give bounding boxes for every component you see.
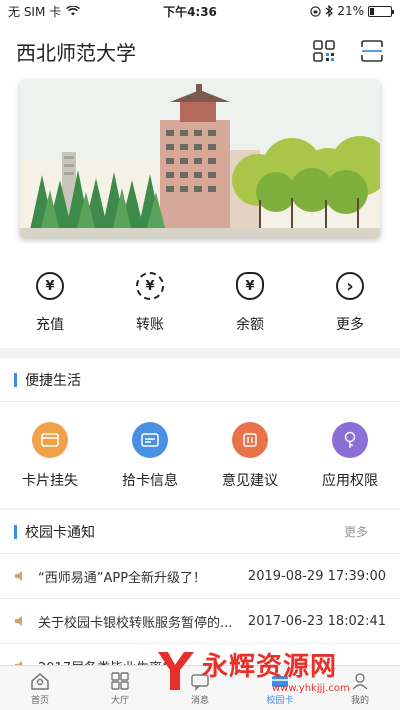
- lock-rotation-icon: [310, 5, 322, 17]
- section-header: 便捷生活: [0, 358, 400, 402]
- life-section: 便捷生活 卡片挂失 拾卡信息 意见建议 应用权限: [0, 358, 400, 508]
- app-header: 西北师范大学: [0, 22, 400, 80]
- banner-area: [0, 80, 400, 250]
- quick-action-transfer[interactable]: ¥ 转账: [100, 250, 200, 348]
- feedback-icon: [232, 422, 268, 458]
- life-item-card-lost[interactable]: 卡片挂失: [0, 402, 100, 508]
- tab-home[interactable]: 首页: [0, 666, 80, 710]
- card-lost-icon: [32, 422, 68, 458]
- more-arrow-icon: ›: [336, 272, 364, 300]
- quick-action-label: 充值: [36, 317, 64, 333]
- life-item-label: 应用权限: [322, 473, 378, 489]
- notice-date: 2019-08-29 17:39:00: [247, 568, 386, 584]
- section-title: 校园卡通知: [25, 524, 95, 541]
- section-accent-bar: [14, 524, 17, 539]
- status-time: 下午4:36: [163, 4, 217, 19]
- quick-action-more[interactable]: › 更多: [300, 250, 400, 348]
- life-item-label: 意见建议: [222, 473, 278, 489]
- life-item-feedback[interactable]: 意见建议: [200, 402, 300, 508]
- speaker-icon: [15, 571, 22, 581]
- permission-key-icon: [332, 422, 368, 458]
- life-item-label: 拾卡信息: [122, 473, 178, 489]
- quick-action-label: 转账: [136, 317, 164, 333]
- battery-icon: [368, 5, 394, 17]
- watermark: 永辉资源网 www.yhkjjj.com: [150, 640, 390, 700]
- notice-row[interactable]: “西师易通”APP全新升级了！ 2019-08-29 17:39:00: [0, 554, 400, 599]
- qr-code-icon[interactable]: [312, 39, 336, 63]
- balance-bag-icon: ¥: [236, 272, 264, 300]
- battery-fill: [370, 7, 375, 15]
- notice-title: “西师易通”APP全新升级了！: [38, 570, 207, 586]
- notice-title: 关于校园卡银校转账服务暂停的...: [38, 615, 233, 631]
- campus-painting: [20, 80, 380, 238]
- section-header: 校园卡通知 更多: [0, 510, 400, 554]
- quick-action-label: 余额: [236, 317, 264, 333]
- quick-action-label: 更多: [336, 317, 364, 333]
- notice-row[interactable]: 关于校园卡银校转账服务暂停的... 2017-06-23 18:02:41: [0, 599, 400, 644]
- recharge-icon: ¥: [36, 272, 64, 300]
- section-title: 便捷生活: [25, 372, 81, 389]
- life-item-found-card[interactable]: 拾卡信息: [100, 402, 200, 508]
- page-title: 西北师范大学: [16, 40, 136, 65]
- scan-icon[interactable]: [360, 39, 384, 63]
- battery-percent: 21%: [337, 4, 364, 18]
- tab-label: 首页: [30, 695, 49, 706]
- watermark-text: 永辉资源网: [202, 652, 338, 682]
- hall-grid-icon: [111, 671, 129, 690]
- wifi-icon: [66, 6, 81, 16]
- quick-action-recharge[interactable]: ¥ 充值: [0, 250, 100, 348]
- quick-action-balance[interactable]: ¥ 余额: [200, 250, 300, 348]
- life-grid: 卡片挂失 拾卡信息 意见建议 应用权限: [0, 402, 400, 508]
- section-accent-bar: [14, 372, 17, 387]
- quick-actions: ¥ 充值 ¥ 转账 ¥ 余额 › 更多: [0, 250, 400, 348]
- notice-more-link[interactable]: 更多: [344, 523, 368, 540]
- life-item-label: 卡片挂失: [22, 473, 78, 489]
- tab-hall[interactable]: 大厅: [80, 666, 160, 710]
- speaker-icon: [15, 616, 22, 626]
- home-icon: [31, 672, 49, 690]
- tab-label: 大厅: [110, 695, 129, 706]
- bluetooth-icon: [325, 5, 334, 17]
- life-item-permission[interactable]: 应用权限: [300, 402, 400, 508]
- found-card-icon: [132, 422, 168, 458]
- carrier-label: 无 SIM 卡: [8, 4, 62, 19]
- campus-banner-image[interactable]: [20, 80, 380, 238]
- watermark-url: www.yhkjjj.com: [272, 683, 350, 694]
- notice-date: 2017-06-23 18:02:41: [247, 613, 386, 629]
- watermark-logo: [158, 652, 194, 690]
- status-bar: 无 SIM 卡 下午4:36 21%: [0, 0, 400, 22]
- transfer-icon: ¥: [136, 272, 164, 300]
